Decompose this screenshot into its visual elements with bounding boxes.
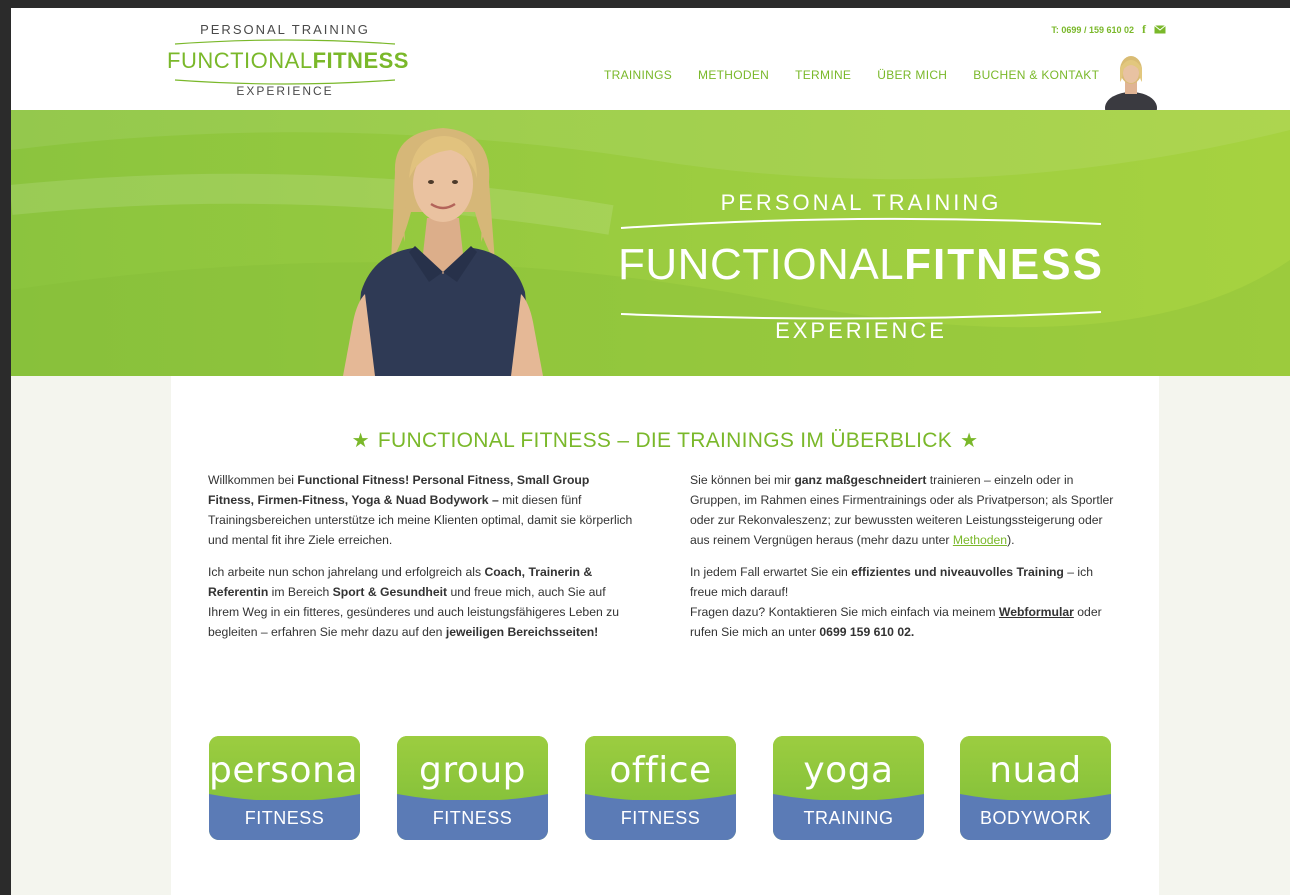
tile-group-fitness[interactable]: group FITNESS xyxy=(397,736,548,840)
nav-trainings[interactable]: TRAININGS xyxy=(604,68,672,82)
tile-script: nuad xyxy=(989,750,1082,791)
intro-paragraph-1: Willkommen bei Functional Fitness! Perso… xyxy=(208,473,633,547)
section-title-text: FUNCTIONAL FITNESS – DIE TRAININGS IM ÜB… xyxy=(377,429,953,452)
tile-sub: FITNESS xyxy=(244,808,325,828)
section-title: ★ FUNCTIONAL FITNESS – DIE TRAININGS IM Ü… xyxy=(171,428,1159,453)
webformular-link[interactable]: Webformular xyxy=(999,605,1074,619)
logo-main-text: FUNCTIONALFITNESS xyxy=(167,48,408,74)
tile-sub: BODYWORK xyxy=(979,808,1091,828)
training-tiles: personal FITNESS group FITNESS office FI… xyxy=(209,736,1111,840)
tile-script: group xyxy=(418,750,527,791)
tile-sub: FITNESS xyxy=(432,808,513,828)
hero-main-text: FUNCTIONALFITNESS xyxy=(611,240,1111,290)
intro-right-column: Sie können bei mir ganz maßgeschneidert … xyxy=(690,470,1120,654)
intro-paragraph-3: Sie können bei mir ganz maßgeschneidert … xyxy=(690,473,1114,547)
nav-ueber-mich[interactable]: ÜBER MICH xyxy=(877,68,947,82)
hero-main-light: FUNCTIONAL xyxy=(618,240,905,289)
logo-bottom-text: EXPERIENCE xyxy=(236,84,334,98)
intro-paragraph-2: Ich arbeite nun schon jahrelang und erfo… xyxy=(208,565,620,639)
page: PERSONAL TRAINING FUNCTIONALFITNESS EXPE… xyxy=(11,8,1290,895)
avatar xyxy=(1103,48,1159,110)
tile-office-fitness[interactable]: office FITNESS xyxy=(585,736,736,840)
phone-number[interactable]: T: 0699 / 159 610 02 xyxy=(1051,25,1134,35)
contact-phone[interactable]: 0699 159 610 02. xyxy=(819,625,914,639)
tile-script: yoga xyxy=(803,750,894,791)
logo-main-bold: FITNESS xyxy=(312,48,409,73)
nav-buchen-kontakt[interactable]: BUCHEN & KONTAKT xyxy=(973,68,1099,82)
contact-bar: T: 0699 / 159 610 02 f xyxy=(1051,22,1166,37)
star-icon: ★ xyxy=(351,430,370,452)
logo[interactable]: PERSONAL TRAINING FUNCTIONALFITNESS EXPE… xyxy=(167,22,408,102)
tile-script: office xyxy=(609,750,712,791)
nav-methoden[interactable]: METHODEN xyxy=(698,68,769,82)
methoden-link[interactable]: Methoden xyxy=(953,533,1007,547)
hero-top-text: PERSONAL TRAINING xyxy=(720,190,1002,215)
tile-yoga-training[interactable]: yoga TRAINING xyxy=(773,736,924,840)
main-nav: TRAININGS METHODEN TERMINE ÜBER MICH BUC… xyxy=(604,68,1099,82)
hero-logo: PERSONAL TRAINING FUNCTIONALFITNESS EXPE… xyxy=(611,190,1111,350)
logo-main-light: FUNCTIONAL xyxy=(167,48,313,73)
tile-personal-fitness[interactable]: personal FITNESS xyxy=(209,736,360,840)
hero-main-bold: FITNESS xyxy=(904,240,1104,289)
intro-left-column: Willkommen bei Functional Fitness! Perso… xyxy=(208,470,638,654)
site-header: PERSONAL TRAINING FUNCTIONALFITNESS EXPE… xyxy=(11,8,1290,110)
tile-sub: FITNESS xyxy=(620,808,701,828)
mail-icon[interactable] xyxy=(1154,23,1166,37)
hero-portrait xyxy=(343,122,543,376)
tile-sub: TRAINING xyxy=(803,808,894,828)
intro-paragraph-5: Fragen dazu? Kontaktieren Sie mich einfa… xyxy=(690,605,1102,639)
intro-paragraph-4: In jedem Fall erwartet Sie ein effizient… xyxy=(690,565,1094,599)
tile-nuad-bodywork[interactable]: nuad BODYWORK xyxy=(960,736,1111,840)
main-content: ★ FUNCTIONAL FITNESS – DIE TRAININGS IM Ü… xyxy=(171,376,1159,895)
hero-bottom-text: EXPERIENCE xyxy=(775,318,947,343)
nav-termine[interactable]: TERMINE xyxy=(795,68,851,82)
star-icon: ★ xyxy=(960,430,979,452)
facebook-icon[interactable]: f xyxy=(1142,22,1146,37)
hero-banner: PERSONAL TRAINING FUNCTIONALFITNESS EXPE… xyxy=(11,110,1290,376)
tile-script: personal xyxy=(209,750,360,791)
logo-top-text: PERSONAL TRAINING xyxy=(200,22,370,37)
